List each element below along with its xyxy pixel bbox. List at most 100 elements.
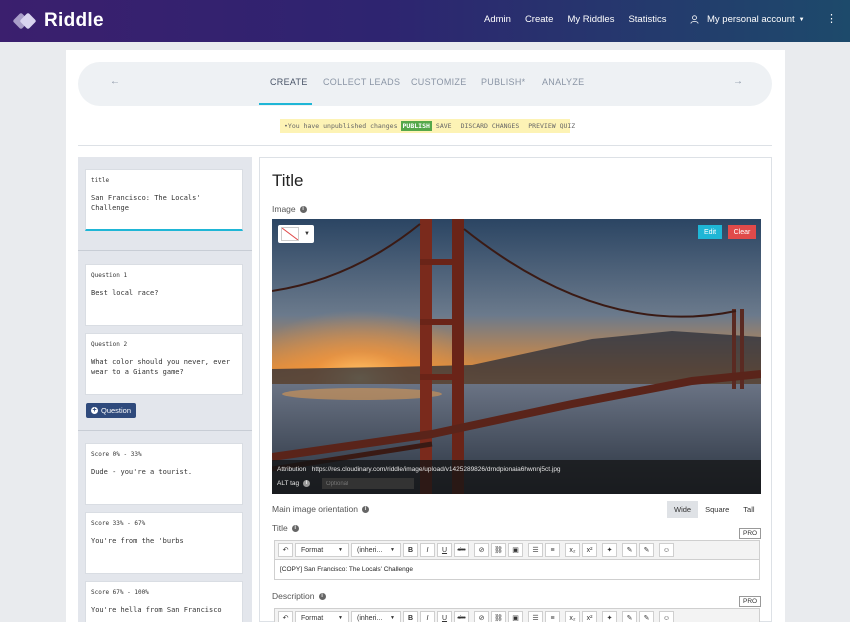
image-icon[interactable]: ▣ [508,611,523,622]
strikethrough-button[interactable]: abc [454,543,469,557]
title-field-label: Title i [272,523,299,533]
question-card[interactable]: Question 2 What color should you never, … [85,333,243,395]
edit-image-button[interactable]: Edit [698,225,722,239]
bullet-list-icon[interactable]: ☰ [528,543,543,557]
brush-alt-icon[interactable]: ✎ [639,543,654,557]
image-preview[interactable]: ▼ Edit Clear Attribution https://res.clo… [272,219,761,494]
image-options-dropdown[interactable]: ▼ [278,225,314,243]
add-question-button[interactable]: + Question [86,403,137,418]
card-text: You're from the 'burbs [91,537,184,545]
prev-step-arrow-icon[interactable]: ← [110,76,120,87]
alt-tag-input[interactable] [322,478,414,489]
account-menu[interactable]: My personal account ▼ [690,14,805,25]
nav-statistics[interactable]: Statistics [628,14,666,25]
account-label: My personal account [707,14,795,25]
no-filter-icon [281,227,299,241]
user-icon [690,15,699,24]
undo-icon[interactable]: ↶ [278,611,293,622]
golden-gate-bridge-photo [272,219,761,494]
orientation-tall[interactable]: Tall [736,501,761,518]
preview-quiz-button[interactable]: PREVIEW QUIZ [528,122,575,130]
step-analyze[interactable]: ANALYZE [542,77,584,87]
format-select[interactable]: Format ▼ [295,611,349,622]
card-label: Score 33% - 67% [91,520,146,527]
attribution-url[interactable]: https://res.cloudinary.com/riddle/image/… [312,466,561,473]
card-label: Question 1 [91,272,128,279]
top-navbar: Riddle Admin Create My Riddles Statistic… [0,0,850,42]
description-rich-text-toolbar: ↶ Format ▼ (inheri... ▼ B I U abc ⊘ ⛓ ▣ ☰ … [274,608,760,622]
subscript-button[interactable]: x₂ [565,543,580,557]
info-icon[interactable]: i [318,592,326,600]
result-card[interactable]: Score 67% - 100% You're hella from San F… [85,581,243,622]
description-field-label: Description i [272,591,326,601]
bullet-list-icon[interactable]: ☰ [528,611,543,622]
next-step-arrow-icon[interactable]: → [733,76,743,87]
magic-icon[interactable]: ✦ [602,543,617,557]
emoji-icon[interactable]: ☺ [659,543,674,557]
title-card[interactable]: title San Francisco: The Locals' Challen… [85,169,243,231]
add-question-label: Question [101,406,132,415]
result-card[interactable]: Score 33% - 67% You're from the 'burbs [85,512,243,574]
bold-button[interactable]: B [403,611,418,622]
step-create[interactable]: CREATE [270,77,308,87]
undo-icon[interactable]: ↶ [278,543,293,557]
superscript-button[interactable]: x² [582,543,597,557]
image-icon[interactable]: ▣ [508,543,523,557]
result-card[interactable]: Score 0% - 33% Dude - you're a tourist. [85,443,243,505]
format-select[interactable]: Format ▼ [295,543,349,557]
card-text: Dude - you're a tourist. [91,468,193,476]
brush-icon[interactable]: ✎ [622,543,637,557]
discard-changes-button[interactable]: DISCARD CHANGES [461,122,520,130]
main-panel: ← CREATE COLLECT LEADS CUSTOMIZE PUBLISH… [66,50,785,622]
section-divider [78,430,252,431]
notice-message: •You have unpublished changes [284,122,398,130]
format-text: Format [301,614,324,622]
bold-button[interactable]: B [403,543,418,557]
format-text: Format [301,546,324,554]
card-label: Question 2 [91,341,128,348]
info-icon[interactable]: i [299,205,307,213]
nav-my-riddles[interactable]: My Riddles [567,14,614,25]
plus-icon: + [91,407,98,414]
orientation-label: Main image orientation i [272,504,369,514]
question-card[interactable]: Question 1 Best local race? [85,264,243,326]
pro-badge: PRO [739,528,762,539]
brush-alt-icon[interactable]: ✎ [639,611,654,622]
emoji-icon[interactable]: ☺ [659,611,674,622]
link-icon[interactable]: ⛓ [491,611,506,622]
orientation-wide[interactable]: Wide [667,501,699,518]
clear-image-button[interactable]: Clear [728,225,756,239]
font-select[interactable]: (inheri... ▼ [351,611,401,622]
font-select[interactable]: (inheri... ▼ [351,543,401,557]
nav-admin[interactable]: Admin [484,14,511,25]
more-icon[interactable]: ⋮ [826,12,837,25]
clear-format-icon[interactable]: ⊘ [474,611,489,622]
info-icon[interactable]: i [291,524,299,532]
step-collect-leads[interactable]: COLLECT LEADS [323,77,400,87]
italic-button[interactable]: I [420,611,435,622]
publish-button[interactable]: PUBLISH [400,121,432,131]
underline-button[interactable]: U [437,543,452,557]
strikethrough-button[interactable]: abc [454,611,469,622]
riddle-logo[interactable]: Riddle [12,10,104,32]
title-input[interactable]: [COPY] San Francisco: The Locals' Challe… [274,560,760,580]
link-icon[interactable]: ⛓ [491,543,506,557]
save-button[interactable]: SAVE [436,122,452,130]
step-customize[interactable]: CUSTOMIZE [411,77,467,87]
clear-format-icon[interactable]: ⊘ [474,543,489,557]
magic-icon[interactable]: ✦ [602,611,617,622]
orientation-square[interactable]: Square [698,501,736,518]
subscript-button[interactable]: x₂ [565,611,580,622]
info-icon[interactable]: i [303,480,311,487]
numbered-list-icon[interactable]: ≡ [545,611,560,622]
step-publish[interactable]: PUBLISH* [481,77,525,87]
info-icon[interactable]: i [362,505,369,513]
image-meta-bar: Attribution https://res.cloudinary.com/r… [272,460,761,494]
nav-create[interactable]: Create [525,14,554,25]
numbered-list-icon[interactable]: ≡ [545,543,560,557]
superscript-button[interactable]: x² [582,611,597,622]
brush-icon[interactable]: ✎ [622,611,637,622]
underline-button[interactable]: U [437,611,452,622]
divider [78,145,772,146]
italic-button[interactable]: I [420,543,435,557]
